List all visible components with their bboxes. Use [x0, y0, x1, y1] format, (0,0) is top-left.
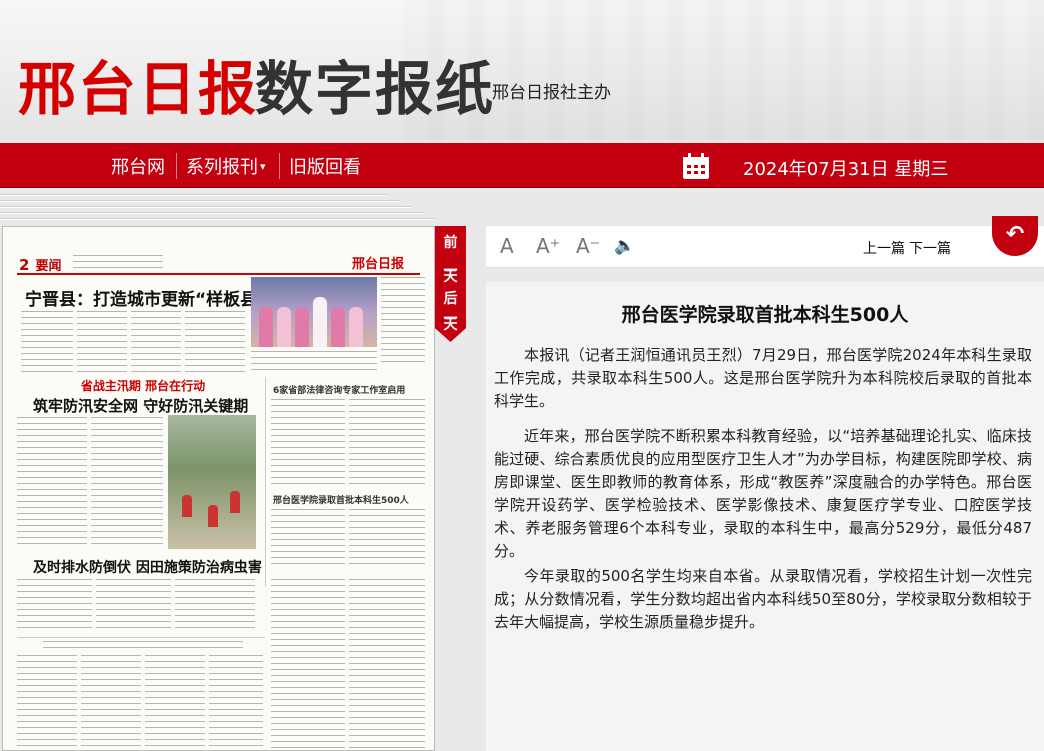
figure	[259, 307, 273, 347]
photo-caption	[251, 351, 377, 373]
article-paragraph: 近年来，邢台医学院不断积累本科教育经验，以“培养基础理论扎实、临床技能过硬、综合…	[494, 427, 1032, 560]
font-larger-button[interactable]: A⁺	[536, 234, 560, 258]
headline-medical-college[interactable]: 邢台医学院录取首批本科生500人	[273, 493, 409, 506]
article-panel: 邢台医学院录取首批本科生500人 本报讯（记者王润恒通讯员王烈）7月29日，邢台…	[486, 282, 1044, 751]
article-text-block	[21, 311, 73, 377]
article-text-block	[349, 399, 425, 489]
article-text-block	[81, 655, 141, 750]
article-title: 邢台医学院录取首批本科生500人	[621, 304, 909, 326]
top-nav: 邢台网 系列报刊 ▾ 旧版回看 2024年07月31日 星期三	[0, 140, 1044, 188]
section-rule	[17, 637, 265, 638]
article-text-block	[271, 399, 345, 489]
article-toolbar: A A⁺ A⁻ 🔈 上一篇 下一篇	[486, 226, 1044, 268]
brand-title-red[interactable]: 邢台日报	[18, 42, 258, 126]
newspaper-page[interactable]: 2 要闻 邢台日报 宁晋县：打造城市更新“样板县” 省战主汛期 邢台在行动 筑牢防…	[2, 226, 435, 751]
article-text-block	[271, 579, 345, 749]
next-article-link[interactable]: 下一篇	[909, 238, 951, 258]
font-smaller-button[interactable]: A⁻	[576, 234, 600, 258]
speaker-icon[interactable]: 🔈	[614, 236, 635, 256]
site-banner: 邢台日报 数字报纸 邢台日报社主办	[0, 0, 1044, 140]
paper-logo: 邢台日报	[351, 257, 404, 272]
figure	[277, 307, 291, 347]
figure	[349, 307, 363, 347]
page-header: 2 要闻	[19, 255, 61, 274]
paper-stack	[0, 188, 470, 228]
headline-ningjin[interactable]: 宁晋县：打造城市更新“样板县”	[25, 285, 268, 310]
nav-item-series[interactable]: 系列报刊 ▾	[186, 153, 266, 179]
headline-flood-control[interactable]: 筑牢防汛安全网 守好防汛关键期	[33, 395, 248, 416]
article-text-block	[349, 579, 425, 749]
article-text-block	[96, 579, 171, 629]
sheet-edge	[0, 206, 412, 208]
figure	[295, 307, 309, 347]
nav-item-xingtai-web[interactable]: 邢台网	[111, 153, 165, 179]
article-text-block	[185, 311, 245, 377]
next-day-char[interactable]: 后	[435, 288, 466, 308]
article-text-block	[209, 655, 263, 750]
figure	[182, 495, 192, 517]
page-header-rule	[17, 273, 420, 275]
banner-cityscape	[404, 0, 1044, 140]
news-photo-performance[interactable]	[251, 277, 377, 347]
chevron-down-icon: ▾	[260, 160, 266, 173]
sponsor-text: 邢台日报社主办	[492, 83, 611, 103]
figure	[208, 505, 218, 527]
article-text-block	[17, 417, 87, 547]
article-text-block	[91, 417, 163, 547]
prev-article-link[interactable]: 上一篇	[863, 238, 905, 258]
headline-legal-studio[interactable]: 6家省部法律咨询专家工作室启用	[273, 383, 405, 396]
article-text-block	[381, 277, 425, 367]
nav-separator	[279, 153, 280, 179]
article-text-block	[17, 655, 77, 750]
figure	[230, 491, 240, 513]
prev-day-char[interactable]: 天	[435, 266, 466, 286]
headline-drainage[interactable]: 及时排水防倒伏 因田施策防治病虫害	[33, 557, 262, 577]
article-paragraph: 本报讯（记者王润恒通讯员王烈）7月29日，邢台医学院2024年本科生录取工作完成…	[494, 346, 1032, 410]
nav-separator	[176, 153, 177, 179]
calendar-icon[interactable]	[682, 153, 710, 180]
column-rule	[265, 377, 266, 587]
day-switch-tab: 前 一 天 后 一 天	[435, 226, 466, 342]
sheet-edge	[0, 212, 424, 214]
article-paragraph: 今年录取的500名学生均来自本省。从录取情况看，学校招生计划一次性完成；从分数情…	[494, 567, 1032, 631]
figure	[313, 297, 327, 347]
news-photo-flood[interactable]	[168, 415, 256, 549]
next-day-char[interactable]: 天	[435, 314, 466, 334]
section-banner: 省战主汛期 邢台在行动	[80, 379, 206, 393]
article-text-block	[77, 311, 127, 377]
section-headline	[43, 641, 243, 649]
sheet-edge	[0, 218, 436, 220]
font-normal-button[interactable]: A	[500, 234, 514, 258]
current-date: 2024年07月31日 星期三	[743, 159, 949, 180]
article-text-block	[131, 311, 181, 377]
sheet-edge	[0, 194, 388, 196]
article-text-block	[349, 509, 425, 569]
back-arrow-icon: ↶	[1005, 222, 1025, 247]
figure	[331, 307, 345, 347]
page-header-meta	[73, 255, 163, 269]
sheet-edge	[0, 200, 400, 202]
prev-day-char[interactable]: 前	[435, 232, 466, 252]
nav-item-old-version[interactable]: 旧版回看	[289, 153, 361, 179]
article-text-block	[145, 655, 205, 750]
page-number: 2	[19, 256, 30, 274]
article-text-block	[175, 579, 255, 629]
article-text-block	[17, 579, 92, 629]
page-section: 要闻	[35, 259, 62, 274]
article-text-block	[271, 509, 345, 569]
brand-title-dark: 数字报纸	[255, 55, 496, 123]
